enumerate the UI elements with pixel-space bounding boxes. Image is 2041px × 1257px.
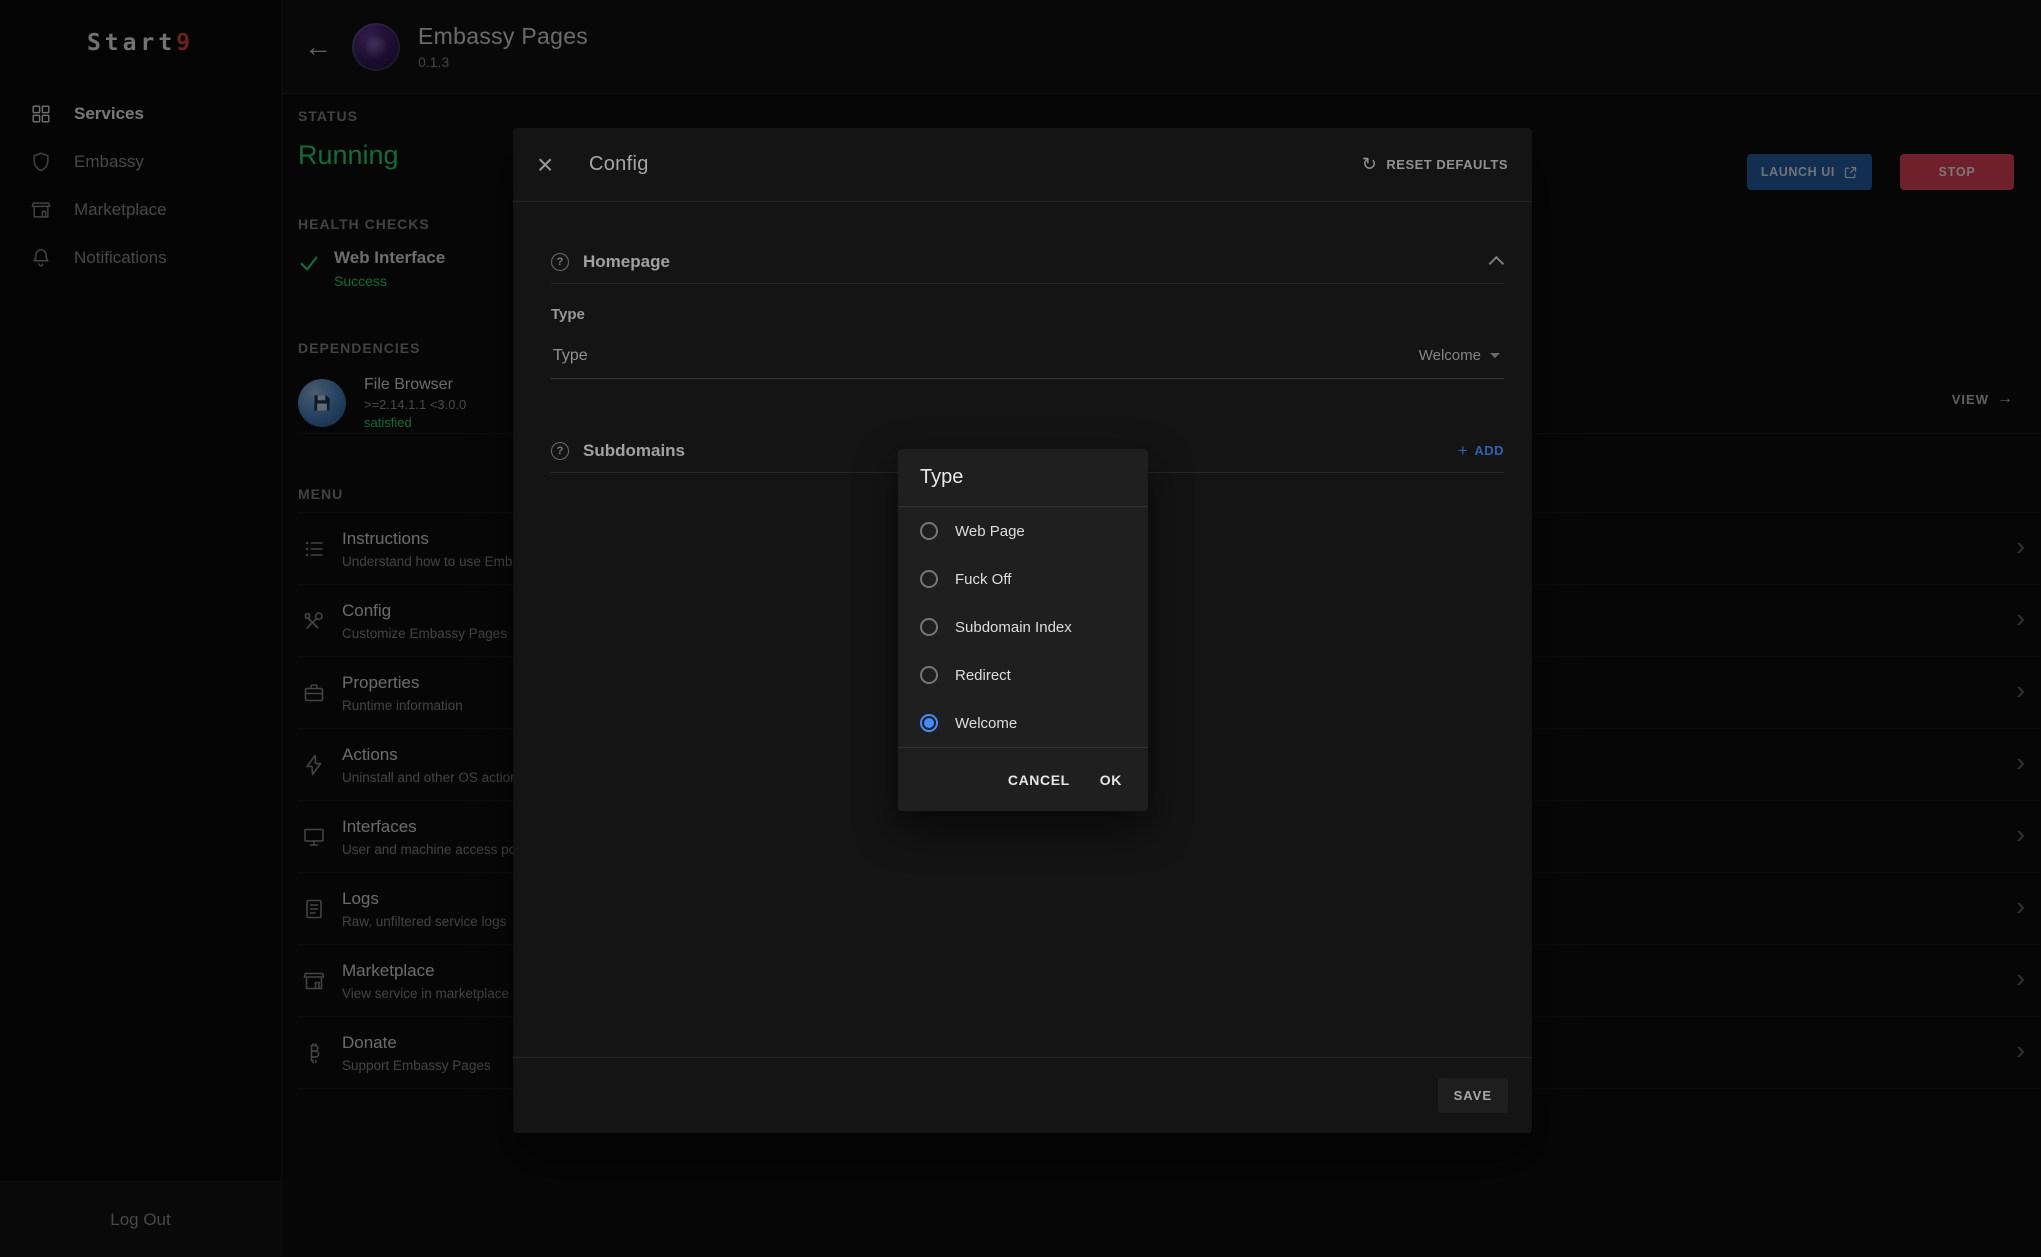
radio-icon: [920, 618, 938, 636]
radio-option-subdomain-index[interactable]: Subdomain Index: [898, 603, 1148, 651]
type-dialog: Type Web Page Fuck Off Subdomain Index R…: [898, 449, 1148, 811]
radio-option-redirect[interactable]: Redirect: [898, 651, 1148, 699]
radio-option-welcome[interactable]: Welcome: [898, 699, 1148, 747]
radio-option-web-page[interactable]: Web Page: [898, 507, 1148, 555]
radio-icon: [920, 570, 938, 588]
radio-icon: [920, 714, 938, 732]
radio-icon: [920, 522, 938, 540]
radio-option-fuck-off[interactable]: Fuck Off: [898, 555, 1148, 603]
type-dialog-title: Type: [898, 449, 1148, 506]
type-options-list: Web Page Fuck Off Subdomain Index Redire…: [898, 506, 1148, 748]
radio-icon: [920, 666, 938, 684]
cancel-button[interactable]: CANCEL: [1008, 772, 1070, 788]
app-screen: Start9 Services Embassy Marketplace Noti…: [0, 0, 2041, 1257]
type-dialog-buttons: CANCEL OK: [898, 748, 1148, 811]
ok-button[interactable]: OK: [1100, 772, 1122, 788]
